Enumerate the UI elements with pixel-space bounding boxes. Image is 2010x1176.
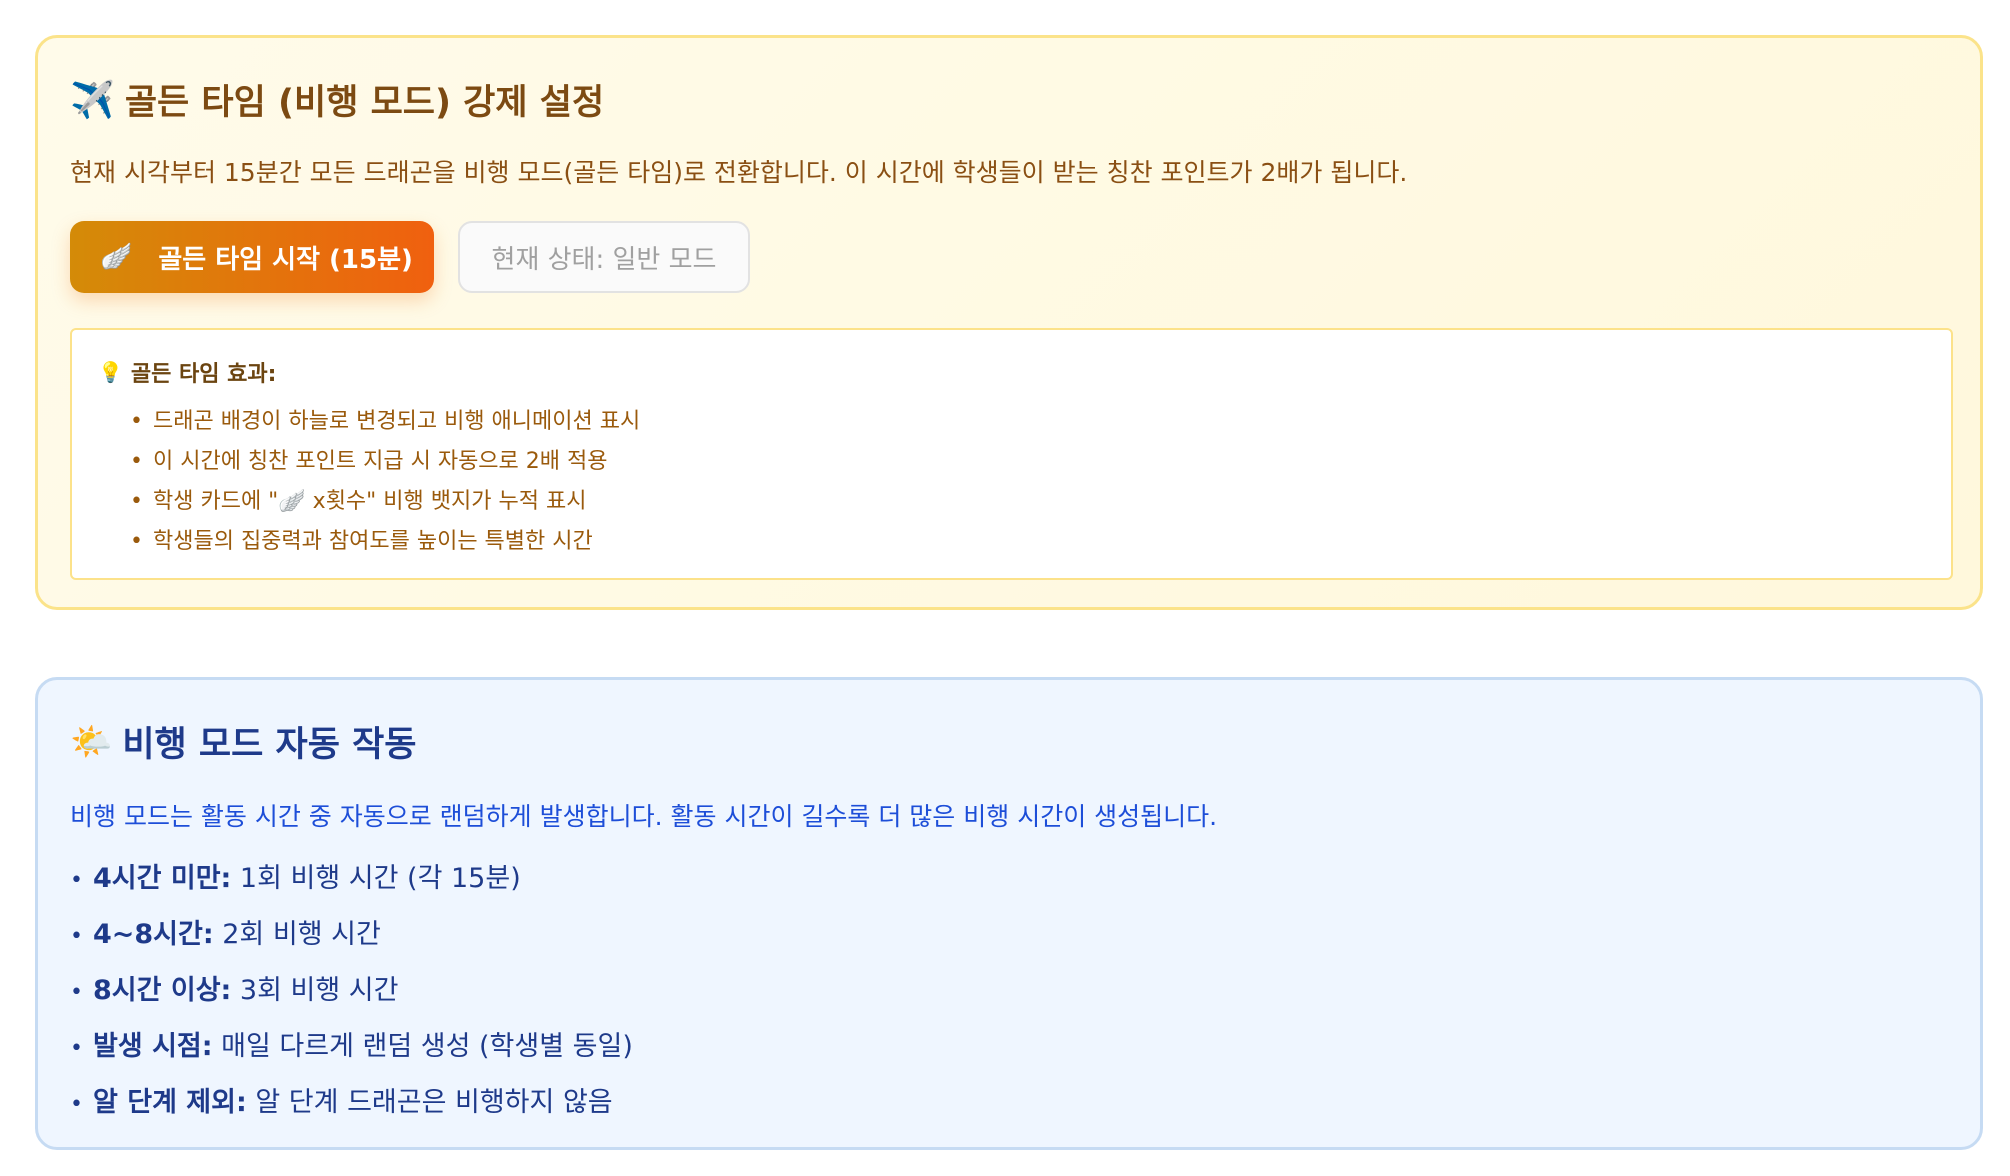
list-item: 4시간 미만: 1회 비행 시간 (각 15분) (70, 851, 633, 907)
airplane-icon: ✈️ (70, 79, 115, 121)
rule-text: 1회 비행 시간 (각 15분) (231, 863, 521, 894)
auto-flight-title-text: 비행 모드 자동 작동 (122, 725, 417, 765)
golden-time-description: 현재 시각부터 15분간 모든 드래곤을 비행 모드(골든 타임)로 전환합니다… (70, 158, 1408, 187)
rule-text: 2회 비행 시간 (213, 919, 381, 950)
rule-label: 8시간 이상: (92, 975, 232, 1006)
lightbulb-icon: 💡 (98, 360, 123, 384)
golden-time-title-text: 골든 타임 (비행 모드) 강제 설정 (124, 83, 605, 123)
list-item: 이 시간에 칭찬 포인트 지급 시 자동으로 2배 적용 (130, 442, 640, 482)
rule-label: 4~8시간: (92, 919, 214, 950)
start-golden-time-label: 골든 타임 시작 (15분) (158, 244, 413, 275)
start-golden-time-button[interactable]: 🪽 골든 타임 시작 (15분) (70, 221, 434, 293)
auto-flight-rules: 4시간 미만: 1회 비행 시간 (각 15분) 4~8시간: 2회 비행 시간… (70, 851, 633, 1131)
rule-text: 매일 다르게 랜덤 생성 (학생별 동일) (212, 1031, 633, 1062)
golden-time-card: ✈️ 골든 타임 (비행 모드) 강제 설정 현재 시각부터 15분간 모든 드… (35, 35, 1983, 610)
rule-label: 발생 시점: (92, 1031, 213, 1062)
list-item: 학생 카드에 "🪽 x횟수" 비행 뱃지가 누적 표시 (130, 482, 640, 522)
golden-time-effects-box: 💡 골든 타임 효과: 드래곤 배경이 하늘로 변경되고 비행 애니메이션 표시… (70, 328, 1953, 580)
auto-flight-title: 🌤️ 비행 모드 자동 작동 (70, 716, 417, 767)
auto-flight-description: 비행 모드는 활동 시간 중 자동으로 랜덤하게 발생합니다. 활동 시간이 길… (70, 802, 1218, 831)
sun-cloud-icon: 🌤️ (70, 721, 113, 762)
rule-label: 알 단계 제외: (92, 1087, 247, 1118)
auto-flight-card: 🌤️ 비행 모드 자동 작동 비행 모드는 활동 시간 중 자동으로 랜덤하게 … (35, 677, 1983, 1150)
wing-icon: 🪽 (100, 242, 133, 272)
rule-text: 알 단계 드래곤은 비행하지 않음 (246, 1087, 613, 1118)
rule-text: 3회 비행 시간 (231, 975, 399, 1006)
current-status-badge: 현재 상태: 일반 모드 (458, 221, 750, 293)
effects-title: 💡 골든 타임 효과: (98, 356, 276, 388)
list-item: 드래곤 배경이 하늘로 변경되고 비행 애니메이션 표시 (130, 402, 640, 442)
effects-list: 드래곤 배경이 하늘로 변경되고 비행 애니메이션 표시 이 시간에 칭찬 포인… (130, 402, 640, 562)
list-item: 알 단계 제외: 알 단계 드래곤은 비행하지 않음 (70, 1075, 633, 1131)
list-item: 학생들의 집중력과 참여도를 높이는 특별한 시간 (130, 522, 640, 562)
list-item: 8시간 이상: 3회 비행 시간 (70, 963, 633, 1019)
golden-time-title: ✈️ 골든 타임 (비행 모드) 강제 설정 (70, 74, 604, 125)
list-item: 4~8시간: 2회 비행 시간 (70, 907, 633, 963)
list-item: 발생 시점: 매일 다르게 랜덤 생성 (학생별 동일) (70, 1019, 633, 1075)
rule-label: 4시간 미만: (92, 863, 232, 894)
effects-title-text: 골든 타임 효과: (130, 362, 277, 387)
